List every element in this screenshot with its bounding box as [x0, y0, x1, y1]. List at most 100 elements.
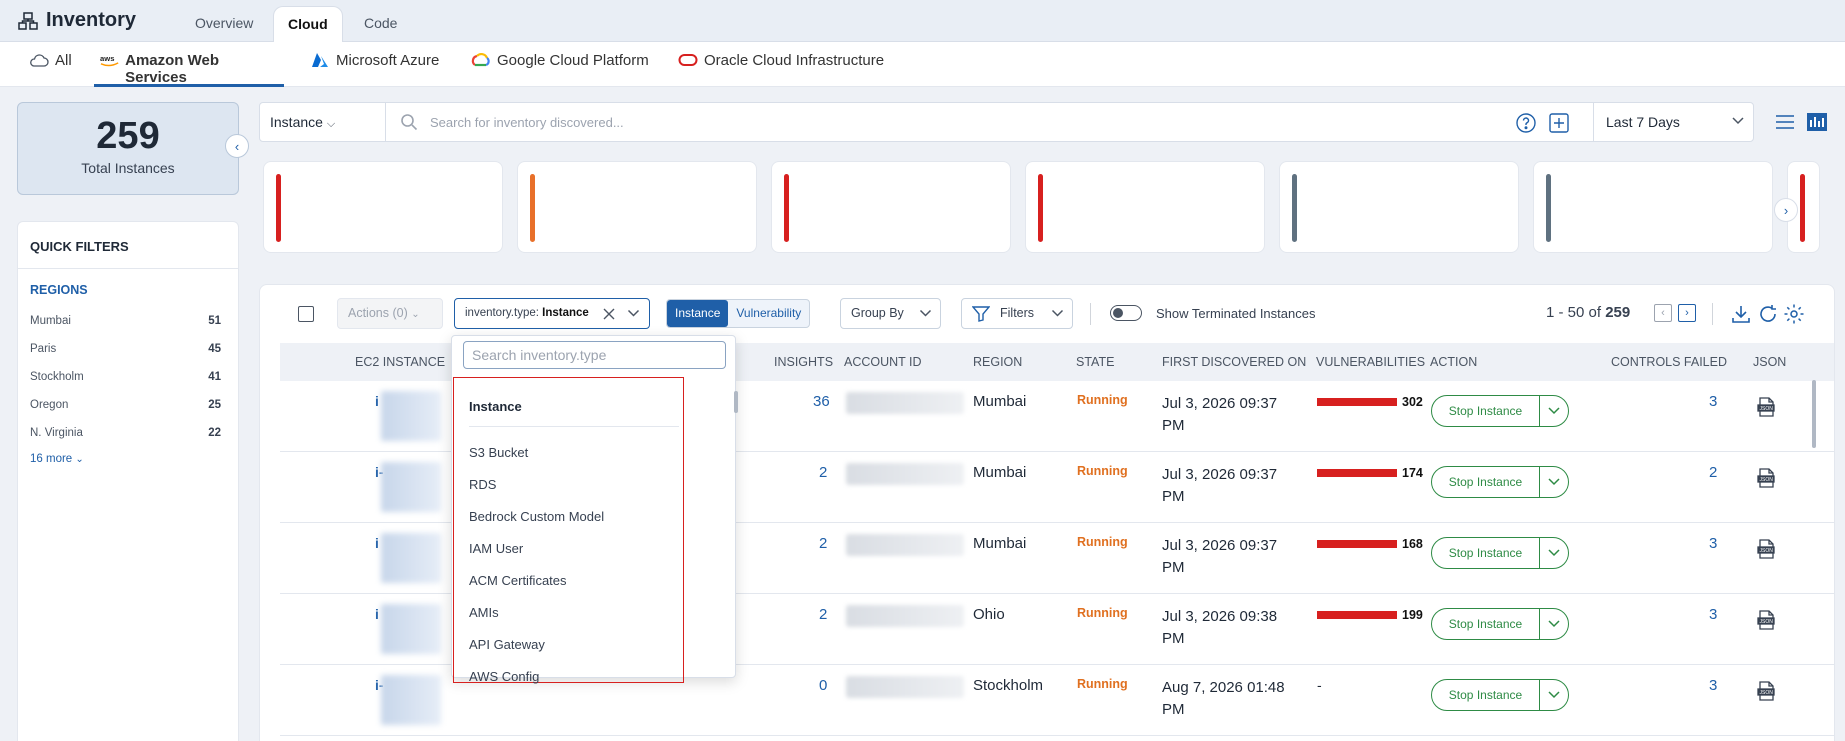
controls-failed-count[interactable]: 2 — [1709, 464, 1717, 481]
dropdown-option[interactable]: AWS Config — [469, 669, 539, 684]
search-icon — [401, 114, 418, 131]
chevron-down-icon[interactable] — [1540, 467, 1568, 497]
vulnerability-count[interactable]: 168 — [1402, 537, 1423, 551]
table-scrollbar[interactable] — [1812, 380, 1816, 448]
col-vulnerabilities[interactable]: VULNERABILITIES — [1316, 343, 1425, 381]
col-region[interactable]: REGION — [973, 343, 1022, 381]
stop-instance-button[interactable]: Stop Instance — [1431, 395, 1569, 427]
chevron-down-icon[interactable] — [1540, 680, 1568, 710]
vulnerability-count[interactable]: 174 — [1402, 466, 1423, 480]
insight-card[interactable] — [1279, 161, 1519, 253]
controls-failed-count[interactable]: 3 — [1709, 606, 1717, 623]
provider-tab-azure[interactable]: Microsoft Azure — [304, 52, 445, 87]
dropdown-option[interactable]: RDS — [469, 477, 496, 492]
dropdown-option[interactable]: ACM Certificates — [469, 573, 567, 588]
dropdown-option[interactable]: AMIs — [469, 605, 499, 620]
json-file-icon[interactable]: JSON — [1756, 468, 1776, 488]
insights-count[interactable]: 2 — [819, 606, 827, 623]
stop-instance-button[interactable]: Stop Instance — [1431, 466, 1569, 498]
clear-filter-icon[interactable] — [603, 308, 615, 320]
gear-icon[interactable] — [1783, 303, 1805, 325]
json-file-icon[interactable]: JSON — [1756, 681, 1776, 701]
json-file-icon[interactable]: JSON — [1756, 610, 1776, 630]
insights-count[interactable]: 0 — [819, 677, 827, 694]
vulnerability-count[interactable]: 302 — [1402, 395, 1423, 409]
col-state[interactable]: STATE — [1076, 343, 1114, 381]
insight-card[interactable] — [517, 161, 757, 253]
region-count: 25 — [208, 399, 221, 411]
region-filter-item[interactable]: Oregon 25 — [18, 391, 238, 419]
col-controls-failed[interactable]: CONTROLS FAILED — [1611, 343, 1727, 381]
insight-card[interactable] — [771, 161, 1011, 253]
chevron-down-icon[interactable] — [1540, 396, 1568, 426]
stop-instance-button[interactable]: Stop Instance — [1431, 608, 1569, 640]
instance-view-option[interactable]: Instance — [667, 300, 729, 327]
insight-card[interactable] — [1025, 161, 1265, 253]
json-file-icon[interactable]: JSON — [1756, 397, 1776, 417]
tab-code[interactable]: Code — [350, 6, 411, 43]
help-icon[interactable] — [1515, 112, 1537, 134]
insight-card[interactable] — [1533, 161, 1773, 253]
controls-failed-count[interactable]: 3 — [1709, 535, 1717, 552]
tab-overview[interactable]: Overview — [181, 6, 267, 43]
dropdown-scrollbar[interactable] — [734, 391, 738, 413]
inventory-type-filter-chip[interactable]: inventory.type: Instance — [454, 298, 650, 329]
stop-instance-button[interactable]: Stop Instance — [1431, 679, 1569, 711]
json-file-icon[interactable]: JSON — [1756, 539, 1776, 559]
insights-count[interactable]: 36 — [813, 393, 830, 410]
insight-card[interactable] — [263, 161, 503, 253]
stop-instance-button[interactable]: Stop Instance — [1431, 537, 1569, 569]
region-filter-item[interactable]: Paris 45 — [18, 335, 238, 363]
provider-tab-gcp[interactable]: Google Cloud Platform — [465, 52, 655, 87]
refresh-icon[interactable] — [1757, 303, 1779, 325]
col-ec2-instance[interactable]: EC2 INSTANCE — [355, 343, 445, 381]
dropdown-option-selected[interactable]: Instance — [469, 399, 522, 414]
show-more-regions-link[interactable]: 16 more ⌄ — [18, 447, 238, 471]
list-view-icon[interactable] — [1774, 112, 1796, 132]
date-range-select[interactable]: Last 7 Days — [1593, 103, 1755, 141]
download-icon[interactable] — [1730, 303, 1752, 325]
dropdown-option[interactable]: IAM User — [469, 541, 523, 556]
tab-cloud[interactable]: Cloud — [273, 6, 343, 43]
vulnerability-view-option[interactable]: Vulnerability — [728, 300, 809, 327]
instance-id-link[interactable]: i — [375, 535, 379, 551]
instance-id-link[interactable]: i — [375, 606, 379, 622]
collapse-panel-button[interactable]: ‹ — [225, 134, 249, 158]
dropdown-option[interactable]: Bedrock Custom Model — [469, 509, 604, 524]
chart-view-icon[interactable] — [1806, 112, 1828, 132]
chevron-down-icon[interactable] — [1540, 538, 1568, 568]
actions-button[interactable]: Actions (0) ⌄ — [337, 298, 443, 329]
dropdown-option[interactable]: API Gateway — [469, 637, 545, 652]
col-account-id[interactable]: ACCOUNT ID — [844, 343, 922, 381]
next-cards-button[interactable]: › — [1774, 198, 1798, 222]
dropdown-divider — [469, 426, 679, 427]
provider-tab-aws[interactable]: aws Amazon Web Services — [94, 52, 284, 87]
provider-tab-oracle[interactable]: Oracle Cloud Infrastructure — [672, 52, 890, 87]
vulnerability-count[interactable]: 199 — [1402, 608, 1423, 622]
region-filter-item[interactable]: Mumbai 51 — [18, 307, 238, 335]
show-terminated-toggle[interactable] — [1110, 305, 1142, 321]
controls-failed-count[interactable]: 3 — [1709, 393, 1717, 410]
filters-button[interactable]: Filters — [961, 298, 1073, 329]
region-filter-item[interactable]: Stockholm 41 — [18, 363, 238, 391]
insights-count[interactable]: 2 — [819, 535, 827, 552]
col-first-discovered[interactable]: FIRST DISCOVERED ON — [1162, 343, 1306, 381]
dropdown-search-input[interactable] — [463, 341, 726, 369]
region-filter-item[interactable]: N. Virginia 22 — [18, 419, 238, 447]
group-by-select[interactable]: Group By — [840, 298, 941, 329]
provider-tab-all[interactable]: All — [23, 52, 78, 87]
select-all-checkbox[interactable] — [298, 306, 314, 322]
prev-page-button[interactable]: ‹ — [1654, 304, 1672, 322]
chevron-down-icon[interactable] — [627, 309, 640, 318]
chevron-down-icon[interactable] — [1540, 609, 1568, 639]
dropdown-option[interactable]: S3 Bucket — [469, 445, 528, 460]
chevron-down-icon: ⌄ — [411, 309, 420, 320]
instance-id-link[interactable]: i — [375, 393, 379, 409]
col-insights[interactable]: INSIGHTS — [774, 343, 833, 381]
search-input[interactable] — [430, 109, 1330, 135]
controls-failed-count[interactable]: 3 — [1709, 677, 1717, 694]
inventory-type-select[interactable]: Instance ⌵ — [260, 103, 386, 141]
add-search-icon[interactable] — [1548, 112, 1570, 134]
next-page-button[interactable]: › — [1678, 304, 1696, 322]
insights-count[interactable]: 2 — [819, 464, 827, 481]
